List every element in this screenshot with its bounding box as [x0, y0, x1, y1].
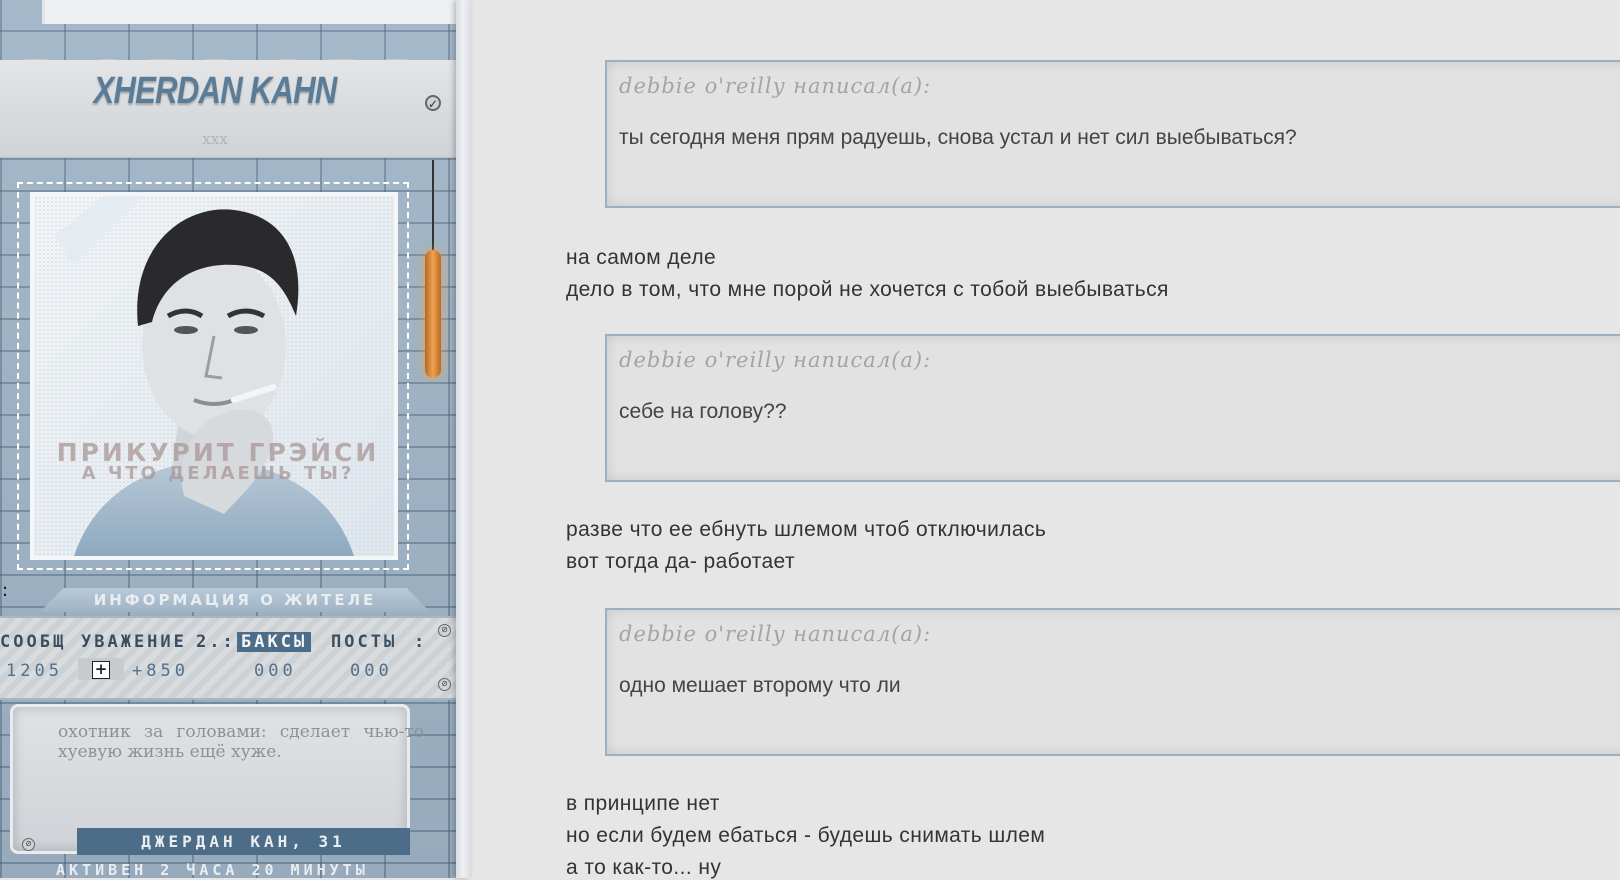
quote-author[interactable]: debbie o'reilly написал(а):	[619, 74, 931, 98]
reply-line: на самом деле	[566, 246, 717, 269]
reply-line: в принципе нет	[566, 792, 720, 815]
quote-author[interactable]: debbie o'reilly написал(а):	[619, 348, 931, 372]
reply-line: вот тогда да- работает	[566, 550, 795, 573]
reply-line: а то как-то... ну	[566, 856, 722, 879]
quote-text: себе на голову??	[619, 400, 787, 423]
quote-text: одно мешает второму что ли	[619, 674, 901, 697]
reply-line: дело в том, что мне порой не хочется с т…	[566, 278, 1169, 301]
quote-block: debbie o'reilly написал(а): себе на голо…	[605, 334, 1620, 482]
reply-line: разве что ее ебнуть шлемом чтоб отключил…	[566, 518, 1047, 541]
post-body: debbie o'reilly написал(а): ты сегодня м…	[0, 0, 1620, 879]
quote-block: debbie o'reilly написал(а): ты сегодня м…	[605, 60, 1620, 208]
quote-block: debbie o'reilly написал(а): одно мешает …	[605, 608, 1620, 756]
reply-line: но если будем ебаться - будешь снимать ш…	[566, 824, 1046, 847]
quote-author[interactable]: debbie o'reilly написал(а):	[619, 622, 931, 646]
quote-text: ты сегодня меня прям радуешь, снова уста…	[619, 126, 1297, 149]
